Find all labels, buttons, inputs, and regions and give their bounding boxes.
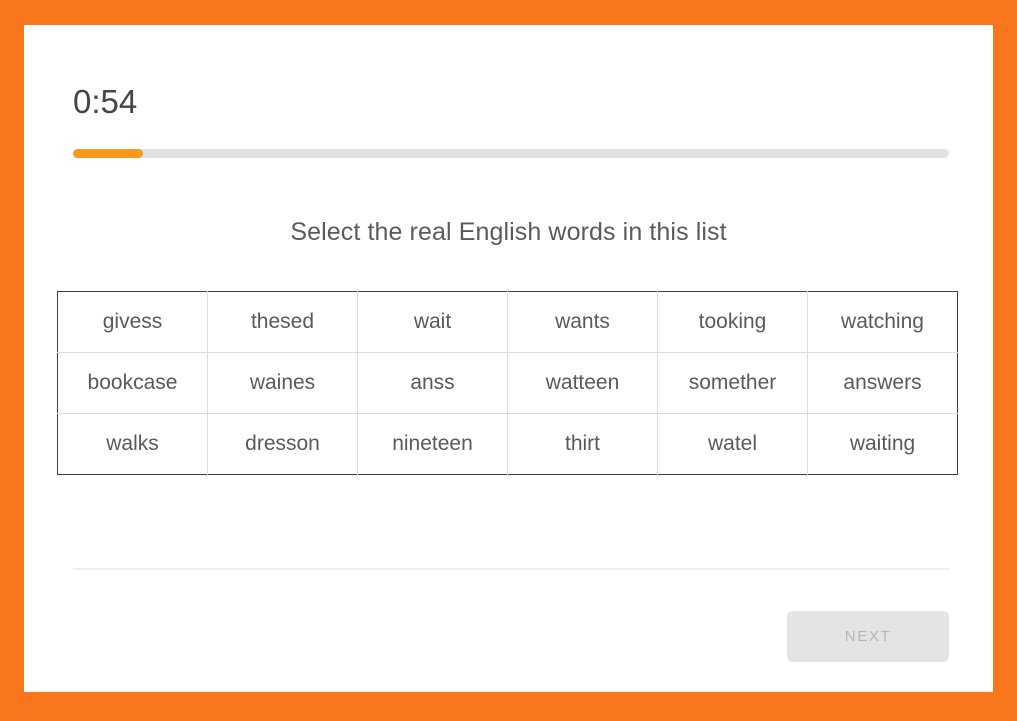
word-cell[interactable]: watel (657, 413, 808, 475)
countdown-timer: 0:54 (73, 83, 138, 120)
word-grid: givess thesed wait wants tooking watchin… (57, 291, 958, 475)
table-row: givess thesed wait wants tooking watchin… (57, 291, 958, 353)
word-cell[interactable]: waines (207, 352, 358, 414)
word-cell[interactable]: wants (507, 291, 658, 353)
word-cell[interactable]: waiting (807, 413, 958, 475)
word-cell[interactable]: dresson (207, 413, 358, 475)
table-row: bookcase waines anss watteen somether an… (57, 352, 958, 414)
word-cell[interactable]: anss (357, 352, 508, 414)
footer-divider (73, 568, 949, 570)
next-button[interactable]: Next (787, 611, 949, 662)
progress-bar-fill (73, 149, 144, 158)
progress-bar-track (73, 149, 949, 158)
word-cell[interactable]: watteen (507, 352, 658, 414)
word-cell[interactable]: thesed (207, 291, 358, 353)
table-row: walks dresson nineteen thirt watel waiti… (57, 413, 958, 475)
word-cell[interactable]: bookcase (57, 352, 208, 414)
word-cell[interactable]: wait (357, 291, 508, 353)
word-cell[interactable]: tooking (657, 291, 808, 353)
word-cell[interactable]: walks (57, 413, 208, 475)
orange-frame: 0:54 Select the real English words in th… (0, 0, 1017, 721)
question-prompt: Select the real English words in this li… (290, 218, 727, 246)
word-cell[interactable]: answers (807, 352, 958, 414)
word-cell[interactable]: givess (57, 291, 208, 353)
word-grid-body: givess thesed wait wants tooking watchin… (57, 291, 958, 475)
test-card: 0:54 Select the real English words in th… (24, 25, 993, 692)
word-cell[interactable]: thirt (507, 413, 658, 475)
word-cell[interactable]: watching (807, 291, 958, 353)
word-cell[interactable]: somether (657, 352, 808, 414)
word-cell[interactable]: nineteen (357, 413, 508, 475)
